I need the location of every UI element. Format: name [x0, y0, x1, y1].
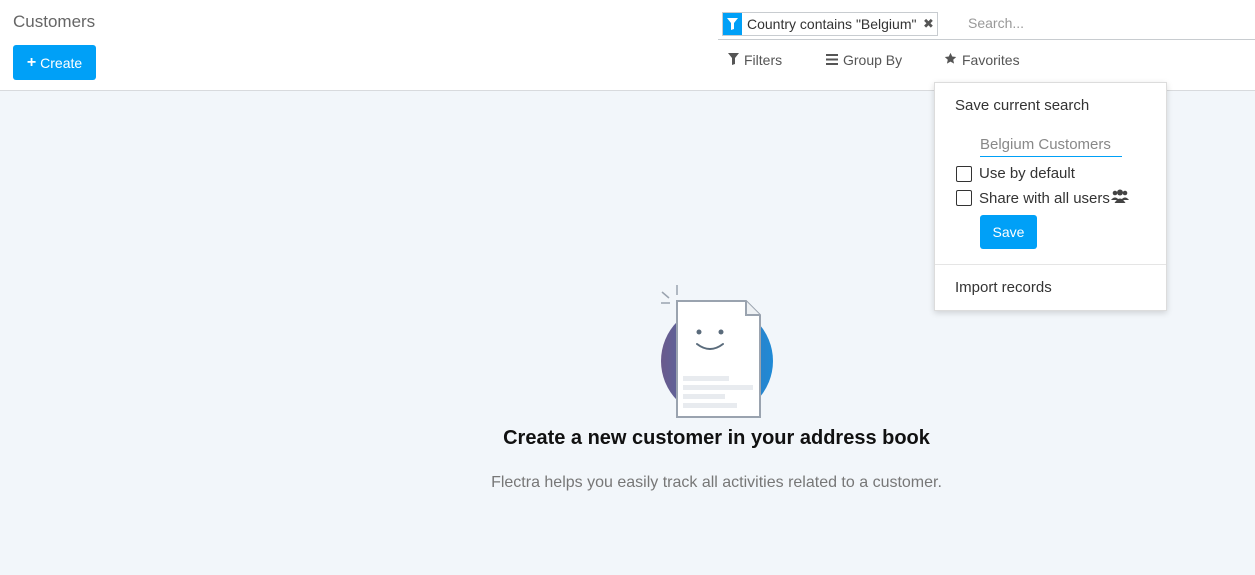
breadcrumb[interactable]: Customers — [13, 12, 95, 32]
filters-label: Filters — [744, 52, 783, 68]
users-icon — [1110, 189, 1129, 207]
search-facet[interactable]: Country contains "Belgium" ✖ — [722, 12, 939, 36]
group-by-label: Group By — [843, 52, 903, 68]
use-by-default-label: Use by default — [979, 165, 1075, 182]
share-with-all-row[interactable]: Share with all users — [956, 189, 1129, 207]
filter-icon — [728, 52, 739, 68]
search-input[interactable] — [968, 15, 1238, 31]
use-by-default-checkbox[interactable] — [956, 165, 972, 182]
save-search-header[interactable]: Save current search — [955, 97, 1089, 114]
empty-state-title: Create a new customer in your address bo… — [503, 427, 930, 449]
save-favorite-button[interactable]: Save — [980, 215, 1037, 249]
favorites-dropdown: Save current search Use by default Share… — [934, 82, 1167, 311]
share-with-all-checkbox[interactable] — [956, 190, 972, 206]
favorite-name-input[interactable] — [980, 133, 1122, 157]
facet-label: Country contains "Belgium" — [747, 16, 917, 32]
favorites-label: Favorites — [962, 52, 1020, 68]
empty-state-text: Flectra helps you easily track all activ… — [491, 474, 942, 491]
search-view: Country contains "Belgium" ✖ — [718, 8, 1255, 40]
bars-icon — [826, 52, 838, 68]
favorites-button[interactable]: Favorites — [944, 52, 1020, 68]
plus-icon: + — [26, 53, 37, 71]
create-button[interactable]: + Create — [13, 45, 96, 80]
use-by-default-row[interactable]: Use by default — [956, 165, 1075, 182]
close-icon[interactable]: ✖ — [921, 13, 937, 35]
control-panel: Customers + Create Country contains "Bel… — [0, 0, 1255, 91]
import-records-item[interactable]: Import records — [955, 279, 1052, 296]
filters-button[interactable]: Filters — [728, 52, 782, 68]
share-with-all-label: Share with all users — [979, 189, 1110, 207]
filter-icon — [723, 13, 742, 35]
star-icon — [944, 52, 957, 68]
empty-customer-illustration — [659, 284, 779, 429]
create-button-label: Create — [40, 54, 83, 71]
group-by-button[interactable]: Group By — [826, 52, 902, 68]
divider — [935, 264, 1166, 265]
